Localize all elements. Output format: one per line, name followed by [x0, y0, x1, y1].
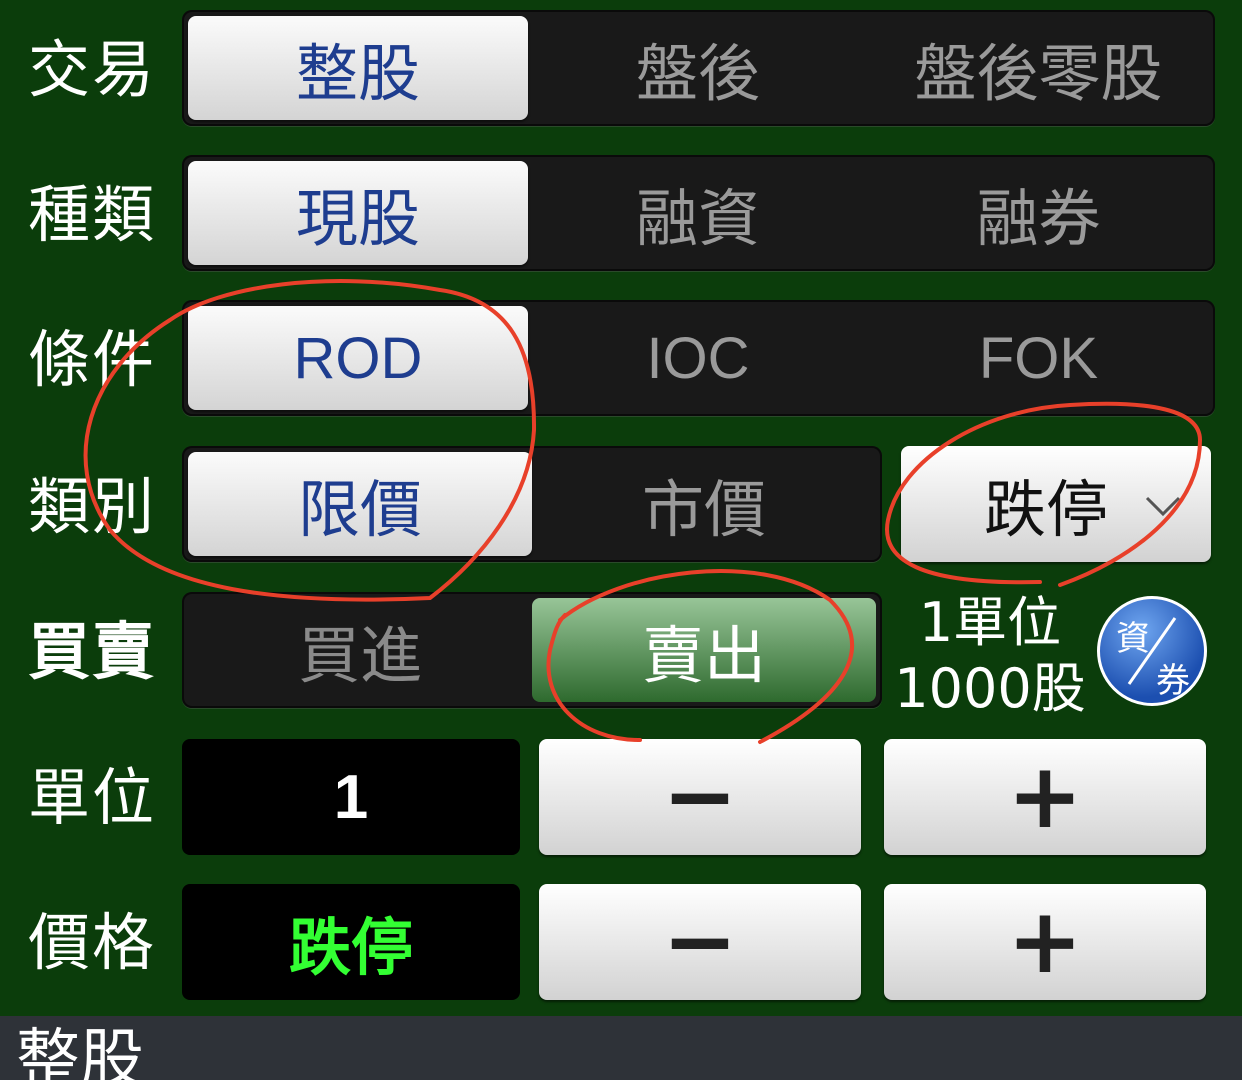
unit-info: 1單位 1000股	[890, 590, 1090, 722]
trade-option-after-hours-odd-lot[interactable]: 盤後零股	[868, 16, 1209, 120]
side-segment: 買進 賣出	[182, 592, 882, 708]
unit-info-line1: 1單位	[918, 591, 1062, 654]
condition-option-ioc[interactable]: IOC	[528, 306, 868, 410]
unit-decrease-button[interactable]: −	[539, 739, 861, 855]
price-decrease-button[interactable]: −	[539, 884, 861, 1000]
type-option-short[interactable]: 融券	[868, 161, 1209, 265]
type-option-cash[interactable]: 現股	[188, 161, 528, 265]
plus-icon: +	[1007, 889, 1083, 994]
bottom-status-bar: 整股	[0, 1016, 1242, 1080]
type-option-margin[interactable]: 融資	[528, 161, 868, 265]
condition-label: 條件	[28, 323, 157, 396]
badge-bottom-char: 券	[1156, 661, 1190, 701]
minus-icon: −	[662, 744, 738, 849]
condition-segment: ROD IOC FOK	[182, 300, 1215, 416]
category-label: 類別	[28, 470, 157, 543]
price-value: 跌停	[288, 911, 413, 984]
unit-info-line2: 1000股	[894, 657, 1086, 720]
unit-label: 單位	[28, 761, 157, 834]
limit-price-dropdown[interactable]: 跌停	[901, 446, 1211, 562]
unit-value: 1	[333, 762, 369, 832]
slash-icon	[1127, 617, 1177, 685]
unit-input[interactable]: 1	[182, 739, 520, 855]
price-input[interactable]: 跌停	[182, 884, 520, 1000]
price-label: 價格	[28, 906, 157, 979]
type-label: 種類	[28, 178, 157, 251]
trade-segment: 整股 盤後 盤後零股	[182, 10, 1215, 126]
margin-toggle-badge[interactable]: 資 券	[1097, 596, 1207, 706]
category-option-market[interactable]: 市價	[532, 452, 876, 556]
side-option-buy[interactable]: 買進	[188, 598, 532, 702]
chevron-down-icon	[1145, 496, 1181, 517]
minus-icon: −	[662, 889, 738, 994]
side-option-sell[interactable]: 賣出	[532, 598, 876, 702]
condition-option-rod[interactable]: ROD	[188, 306, 528, 410]
dropdown-value: 跌停	[983, 473, 1108, 546]
side-label: 買賣	[28, 615, 157, 688]
price-increase-button[interactable]: +	[884, 884, 1206, 1000]
type-segment: 現股 融資 融券	[182, 155, 1215, 271]
plus-icon: +	[1007, 744, 1083, 849]
category-segment: 限價 市價	[182, 446, 882, 562]
category-option-limit[interactable]: 限價	[188, 452, 532, 556]
condition-option-fok[interactable]: FOK	[868, 306, 1209, 410]
trade-label: 交易	[28, 33, 157, 106]
trade-option-board-lot[interactable]: 整股	[188, 16, 528, 120]
unit-increase-button[interactable]: +	[884, 739, 1206, 855]
bottom-bar-title: 整股	[16, 1023, 144, 1080]
trade-option-after-hours[interactable]: 盤後	[528, 16, 868, 120]
